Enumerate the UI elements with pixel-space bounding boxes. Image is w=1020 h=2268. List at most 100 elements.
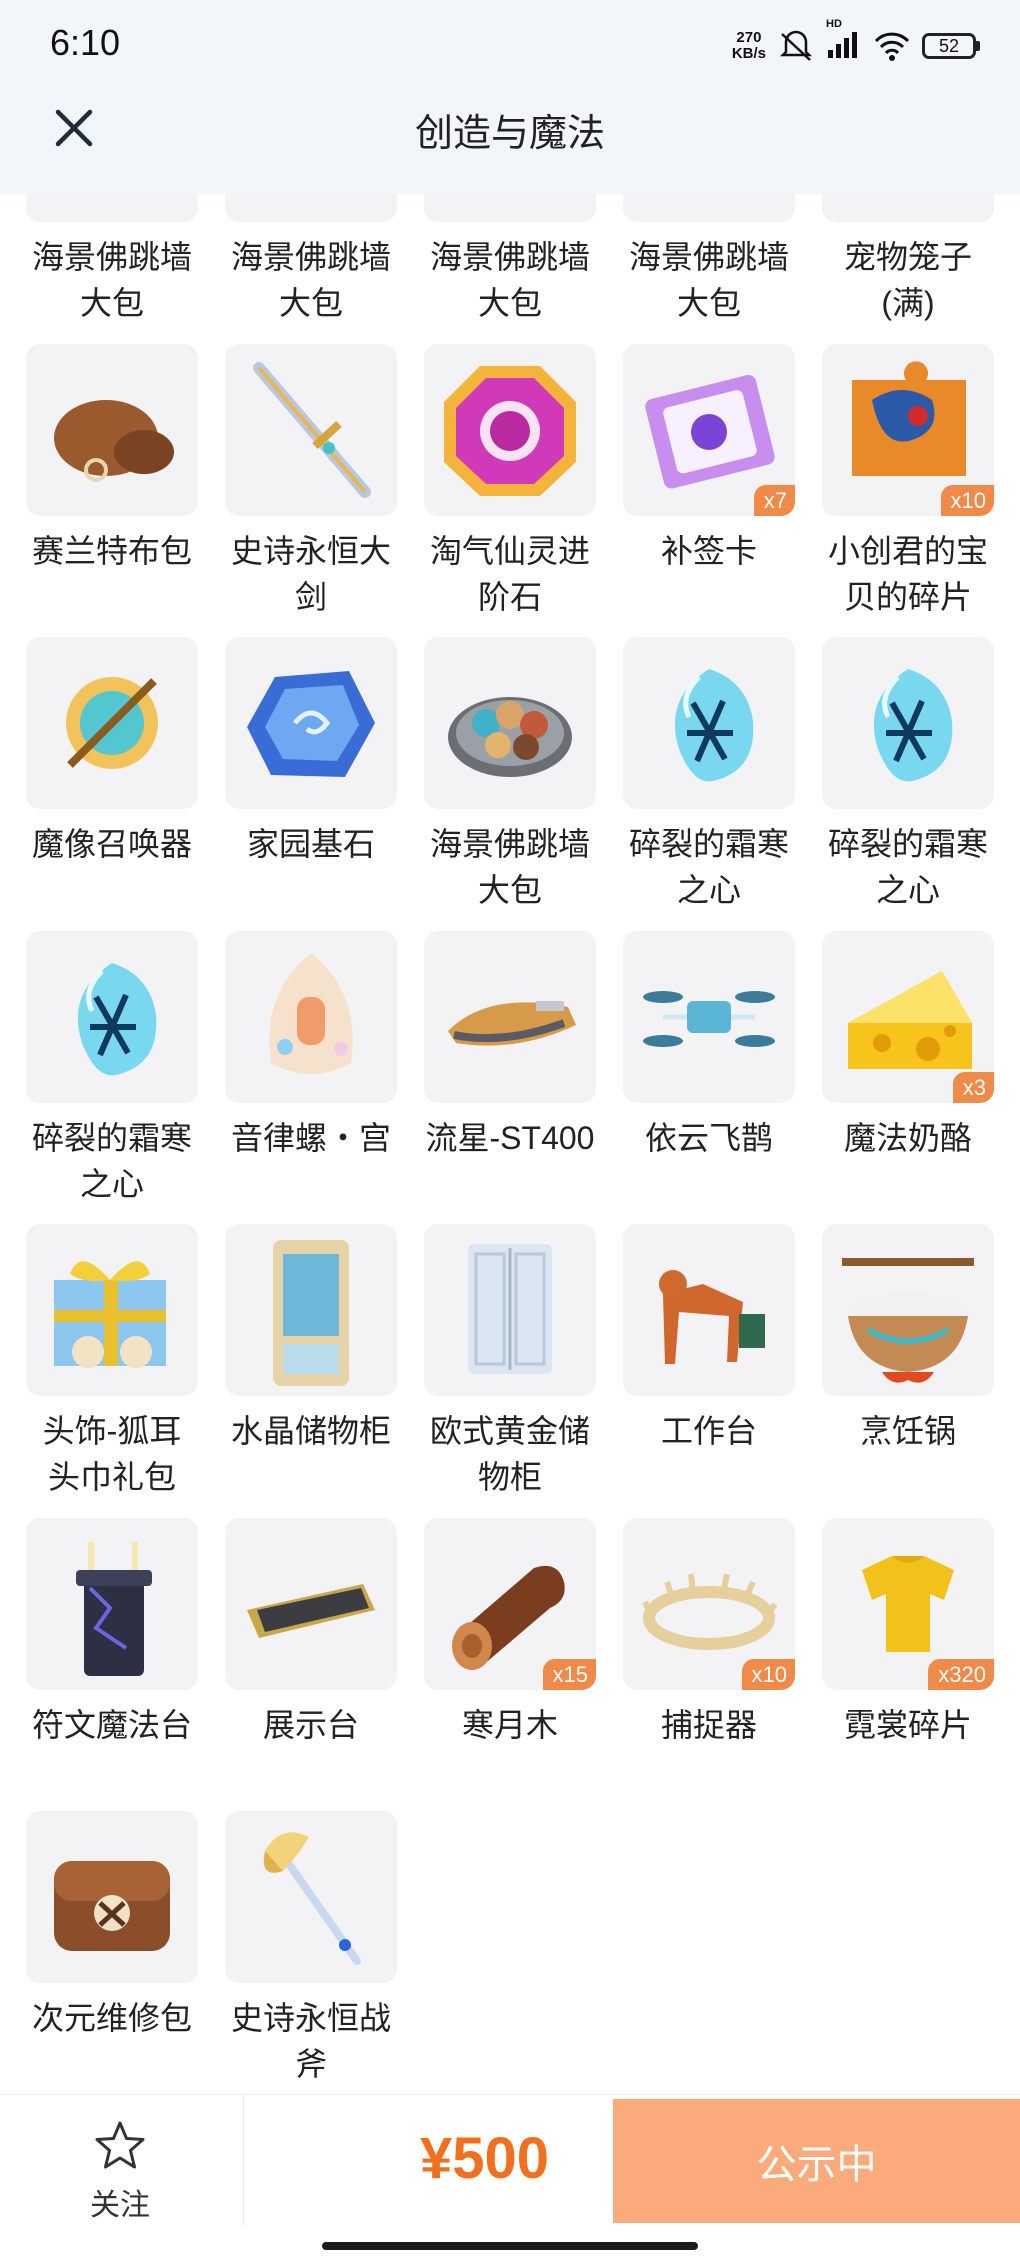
item-card[interactable]: 欧式黄金储 物柜 [424,1224,596,1518]
item-card[interactable]: 展示台 [225,1517,397,1812]
status-icons: 270 KB/s HD 52 [732,18,980,66]
item-name: 魔像召唤器 [31,826,192,862]
item-card[interactable]: x10 小创君的宝 贝的碎片 [822,343,994,638]
item-name: 符文魔法台 [31,1706,192,1743]
item-name: 淘气仙灵进 阶石 [429,532,590,615]
conch-icon [225,930,397,1103]
item-name: 海景佛跳墙 大包 [429,239,590,321]
shirt-icon: x320 [822,1517,994,1690]
quantity-badge: x10 [940,484,994,516]
item-name: 碎裂的霜寒 之心 [628,826,789,908]
quantity-badge: x10 [741,1658,795,1690]
item-card[interactable]: 家园基石 [225,637,397,931]
top-bar: 6:10 270 KB/s HD 52 创造与魔法 [0,0,1020,194]
hoverbike-icon [424,930,596,1103]
item-name: 音律螺・宫 [230,1119,391,1156]
item-name: 寒月木 [461,1706,558,1743]
cheese-icon: x3 [822,930,994,1103]
sword-icon [225,343,397,516]
item-name: 海景佛跳墙 大包 [31,239,192,321]
item-card[interactable]: x7 补签卡 [623,343,795,638]
cooking-pot-icon [822,1224,994,1396]
item-card[interactable]: 碎裂的霜寒 之心 [26,930,198,1225]
item-card[interactable]: 头饰-狐耳 头巾礼包 [26,1224,198,1518]
item-card[interactable]: 史诗永恒大 剑 [225,343,397,638]
drone-icon [623,930,795,1103]
item-name: 海景佛跳墙 大包 [230,239,391,321]
item-card[interactable]: 碎裂的霜寒 之心 [623,637,795,931]
home-indicator[interactable] [322,2242,698,2250]
item-card[interactable]: 符文魔法台 [26,1517,198,1812]
follow-button[interactable]: 关注 [60,2119,180,2224]
item-card[interactable]: 赛兰特布包 [26,343,198,638]
page-title: 创造与魔法 [414,113,605,155]
wifi-icon [874,32,910,61]
item-card[interactable]: 音律螺・宫 [225,930,397,1225]
star-icon [95,2121,145,2169]
item-name: 流星-ST400 [425,1119,595,1156]
item-name: 宠物笼子 (满) [843,239,972,321]
item-card[interactable]: 碎裂的霜寒 之心 [822,637,994,931]
item-name: 小创君的宝 贝的碎片 [827,532,988,615]
signal-icon: HD [826,18,862,65]
display-stand-icon [225,1517,397,1690]
repair-bag-icon [26,1811,198,1983]
quantity-badge: x3 [952,1071,994,1103]
item-name: 补签卡 [660,532,757,569]
item-name: 家园基石 [246,826,375,862]
item-name: 史诗永恒战 斧 [230,2000,391,2082]
summoner-icon [26,637,198,809]
item-card[interactable]: 海景佛跳墙 大包 [424,637,596,931]
quantity-badge: x7 [753,484,795,516]
item-name: 水晶储物柜 [230,1413,391,1449]
item-card[interactable]: 水晶储物柜 [225,1224,397,1518]
wardrobe-icon [424,1224,596,1396]
item-card[interactable]: 淘气仙灵进 阶石 [424,343,596,638]
item-card[interactable]: x10 捕捉器 [623,1517,795,1812]
crystal-cabinet-icon [225,1224,397,1396]
mute-icon [779,30,813,61]
item-card[interactable]: 史诗永恒战 斧 [225,1811,397,2105]
quantity-badge: x15 [542,1658,596,1690]
item-card[interactable]: 依云飞鹊 [623,930,795,1225]
gift-box-icon [26,1224,198,1396]
follow-label: 关注 [90,2189,150,2222]
item-name: 烹饪锅 [859,1413,956,1449]
item-name: 展示台 [262,1706,359,1743]
item-card[interactable]: 工作台 [623,1224,795,1518]
public-notice-button[interactable]: 公示中 [613,2099,1020,2223]
item-card[interactable]: 魔像召唤器 [26,637,198,931]
item-name: 欧式黄金储 物柜 [429,1413,590,1495]
ice-heart-icon [623,637,795,809]
item-name: 头饰-狐耳 头巾礼包 [42,1413,182,1495]
status-time: 6:10 [50,22,121,63]
item-name: 海景佛跳墙 大包 [429,826,590,908]
item-name: 工作台 [660,1413,757,1449]
divider [243,2095,244,2225]
workbench-icon [623,1224,795,1396]
item-card[interactable]: x15 寒月木 [424,1517,596,1812]
item-name: 捕捉器 [660,1706,757,1743]
item-card[interactable]: 次元维修包 [26,1811,198,2105]
item-name: 海景佛跳墙 大包 [628,239,789,321]
item-name: 赛兰特布包 [31,532,192,569]
cloth-bag-icon [26,343,198,516]
item-name: 史诗永恒大 剑 [230,532,391,615]
ice-heart-icon [822,637,994,809]
price: ¥500 [420,2126,550,2191]
item-card[interactable]: x3 魔法奶酪 [822,930,994,1225]
ice-heart-icon [26,930,198,1103]
item-name: 霓裳碎片 [843,1706,972,1743]
item-card[interactable]: 流星-ST400 [424,930,596,1225]
log-icon: x15 [424,1517,596,1690]
item-card[interactable]: x320 霓裳碎片 [822,1517,994,1812]
stone-icon [225,637,397,809]
gem-icon [424,343,596,516]
item-card[interactable]: 烹饪锅 [822,1224,994,1518]
food-plate-icon [424,637,596,809]
axe-icon [225,1811,397,1983]
item-name: 碎裂的霜寒 之心 [31,1119,192,1202]
item-grid: 海景佛跳墙 大包 海景佛跳墙 大包 海景佛跳墙 大包 海景佛跳墙 大包 宠物笼子 (满)… [26,50,1006,2105]
trap-icon: x10 [623,1517,795,1690]
item-name: 依云飞鹊 [644,1119,773,1156]
